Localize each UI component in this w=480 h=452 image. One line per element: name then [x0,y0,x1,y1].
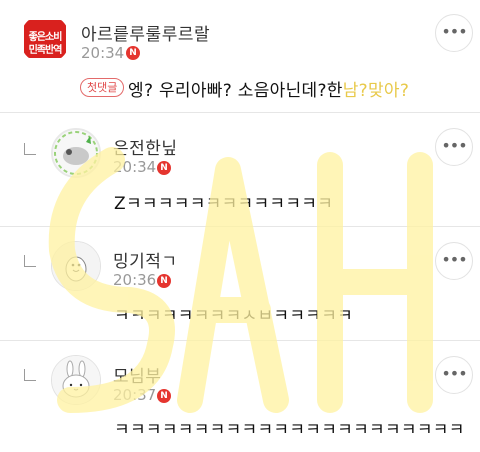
avatar[interactable]: 좋은소비 민족반역 [20,14,70,64]
more-dots-icon: ••• [441,364,467,383]
reply-arrow-icon [24,255,36,267]
reply-item: 모님부 20:37 N ••• ㅋㅋㅋㅋㅋㅋㅋㅋㅋㅋㅋㅋㅋㅋㅋㅋㅋㅋㅋㅋㅋㅋ [0,341,480,452]
timestamp: 20:34 [113,158,157,176]
animal-avatar-icon [53,130,99,176]
reply-arrow-icon [24,143,36,155]
bunny-avatar-icon [52,356,100,404]
new-badge: N [157,274,171,288]
more-options-button[interactable]: ••• [435,242,473,280]
reply-arrow-icon [24,369,36,381]
new-badge: N [157,161,171,175]
more-dots-icon: ••• [441,250,467,269]
author-name[interactable]: 모님부 [113,362,161,387]
comment-text-highlight: 남?맞아? [342,81,410,101]
comment-text: Zㅋㅋㅋㅋㅋㅋㅋㅋㅋㅋㅋㅋㅋ [114,194,334,214]
author-name[interactable]: 아르릍루룰루르랄 [81,20,210,45]
new-badge: N [157,389,171,403]
reply-item: 은전한닢 20:34 N ••• Zㅋㅋㅋㅋㅋㅋㅋㅋㅋㅋㅋㅋㅋ [0,113,480,226]
reply-item: 밍기적ㄱ 20:36 N ••• ㅋㅋㅋㅋㅋㅋㅋㅋㅅㅂㅋㅋㅋㅋㅋ [0,227,480,340]
author-name[interactable]: 은전한닢 [113,134,178,159]
first-comment-tag: 첫댓글 [80,78,125,97]
author-name[interactable]: 밍기적ㄱ [113,247,178,272]
avatar[interactable] [51,355,101,405]
comment-text: ㅋㅋㅋㅋㅋㅋㅋㅋㅅㅂㅋㅋㅋㅋㅋ [114,306,354,326]
duck-avatar-icon [52,242,100,290]
more-options-button[interactable]: ••• [435,356,473,394]
more-options-button[interactable]: ••• [435,14,473,52]
more-dots-icon: ••• [441,22,467,41]
comment-text: 엥? 우리아빠? 소음아닌데?한남?맞아? [128,76,409,101]
comment-text: ㅋㅋㅋㅋㅋㅋㅋㅋㅋㅋㅋㅋㅋㅋㅋㅋㅋㅋㅋㅋㅋㅋ [114,420,465,440]
timestamp: 20:36 [113,271,157,289]
timestamp: 20:34 [81,44,125,62]
new-badge: N [126,46,140,60]
more-options-button[interactable]: ••• [435,128,473,166]
avatar[interactable] [51,241,101,291]
comment-item: 좋은소비 민족반역 아르릍루룰루르랄 20:34 N ••• 첫댓글 엥? 우리… [0,0,480,112]
timestamp: 20:37 [113,386,157,404]
more-dots-icon: ••• [441,136,467,155]
avatar[interactable] [51,128,101,178]
comment-text-main: 엥? 우리아빠? 소음아닌데?한 [128,81,343,101]
avatar-text-line-2: 민족반역 [28,45,63,56]
